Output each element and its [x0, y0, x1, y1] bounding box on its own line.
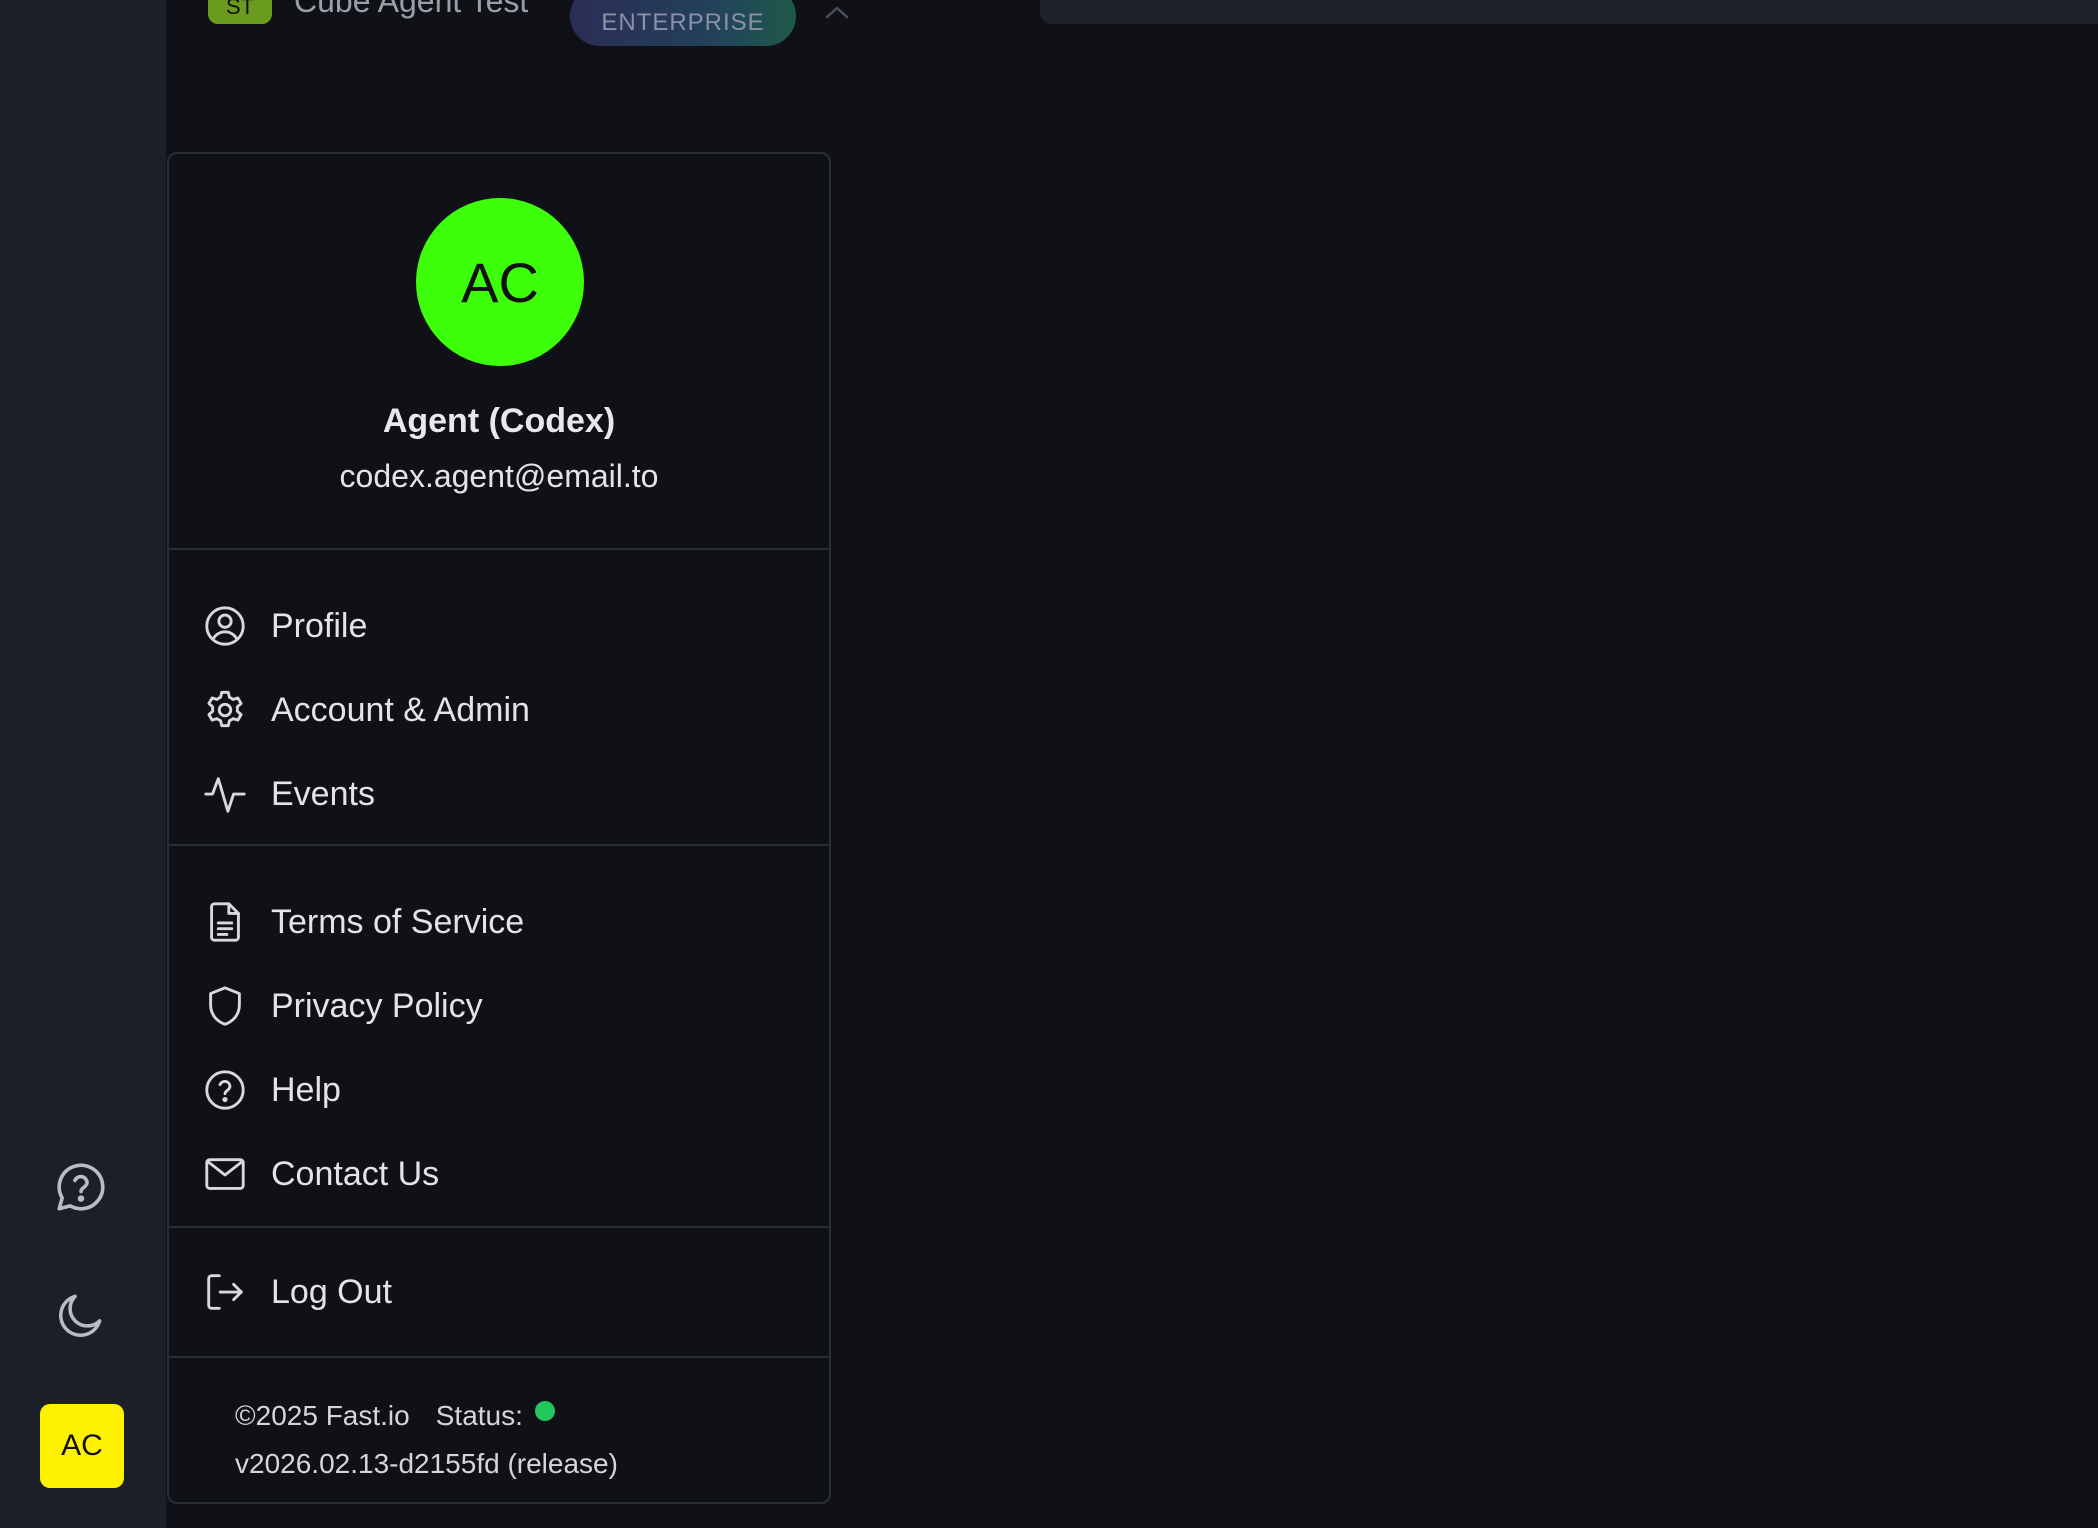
menu-item-account-admin[interactable]: Account & Admin — [169, 668, 829, 752]
status-indicator-dot[interactable] — [534, 1401, 555, 1421]
menu-item-label: Help — [271, 1070, 341, 1109]
menu-item-help[interactable]: Help — [169, 1048, 829, 1132]
menu-item-terms[interactable]: Terms of Service — [169, 880, 829, 964]
left-rail: AC — [0, 0, 166, 1528]
workspace-badge-text: ST — [225, 0, 255, 19]
logout-icon — [201, 1268, 249, 1316]
menu-item-logout[interactable]: Log Out — [169, 1250, 829, 1334]
menu-item-profile[interactable]: Profile — [169, 584, 829, 668]
user-menu-dropdown: AC Agent (Codex) codex.agent@email.to Pr… — [167, 152, 831, 1504]
user-avatar-button[interactable]: AC — [40, 1404, 124, 1488]
menu-item-label: Privacy Policy — [271, 986, 483, 1025]
menu-section-session: Log Out — [169, 1228, 829, 1358]
workspace-name[interactable]: Cube Agent Test — [294, 0, 534, 22]
user-avatar: AC — [416, 198, 584, 366]
workspace-badge[interactable]: ST — [208, 0, 272, 24]
menu-item-label: Terms of Service — [271, 902, 525, 941]
menu-section-account: Profile Account & Admin Events — [169, 550, 829, 846]
user-menu-header: AC Agent (Codex) codex.agent@email.to — [169, 154, 829, 550]
chevron-up-icon[interactable] — [822, 2, 852, 27]
avatar-initials: AC — [61, 1429, 103, 1462]
menu-item-label: Events — [271, 774, 375, 813]
menu-item-events[interactable]: Events — [169, 752, 829, 836]
menu-item-privacy[interactable]: Privacy Policy — [169, 964, 829, 1048]
menu-item-label: Account & Admin — [271, 690, 530, 729]
footer-line-1: ©2025 Fast.io Status: — [235, 1392, 829, 1440]
help-chat-icon — [52, 1158, 110, 1221]
mail-icon — [201, 1150, 249, 1198]
user-email: codex.agent@email.to — [339, 458, 659, 494]
plan-badge-text: ENTERPRISE — [601, 9, 765, 36]
help-chat-button[interactable] — [48, 1156, 114, 1222]
top-search-bar[interactable] — [1040, 0, 2098, 24]
help-circle-icon — [201, 1066, 249, 1114]
copyright-text: ©2025 Fast.io — [235, 1400, 410, 1431]
user-name: Agent (Codex) — [382, 402, 616, 440]
menu-item-label: Log Out — [271, 1272, 392, 1311]
activity-icon — [201, 770, 249, 818]
document-icon — [201, 898, 249, 946]
version-text: v2026.02.13-d2155fd (release) — [235, 1448, 618, 1479]
moon-icon — [53, 1287, 109, 1348]
theme-toggle-button[interactable] — [48, 1284, 114, 1350]
user-circle-icon — [201, 602, 249, 650]
menu-section-info: Terms of Service Privacy Policy Help Con… — [169, 846, 829, 1228]
menu-item-label: Profile — [271, 606, 368, 645]
shield-icon — [201, 982, 249, 1030]
gear-icon — [201, 686, 249, 734]
menu-item-label: Contact Us — [271, 1154, 440, 1193]
status-label: Status: — [435, 1400, 523, 1431]
menu-footer: ©2025 Fast.io Status: v2026.02.13-d2155fd… — [169, 1358, 829, 1488]
plan-badge: ENTERPRISE — [570, 0, 796, 46]
user-avatar-initials: AC — [461, 250, 539, 314]
menu-item-contact[interactable]: Contact Us — [169, 1132, 829, 1216]
